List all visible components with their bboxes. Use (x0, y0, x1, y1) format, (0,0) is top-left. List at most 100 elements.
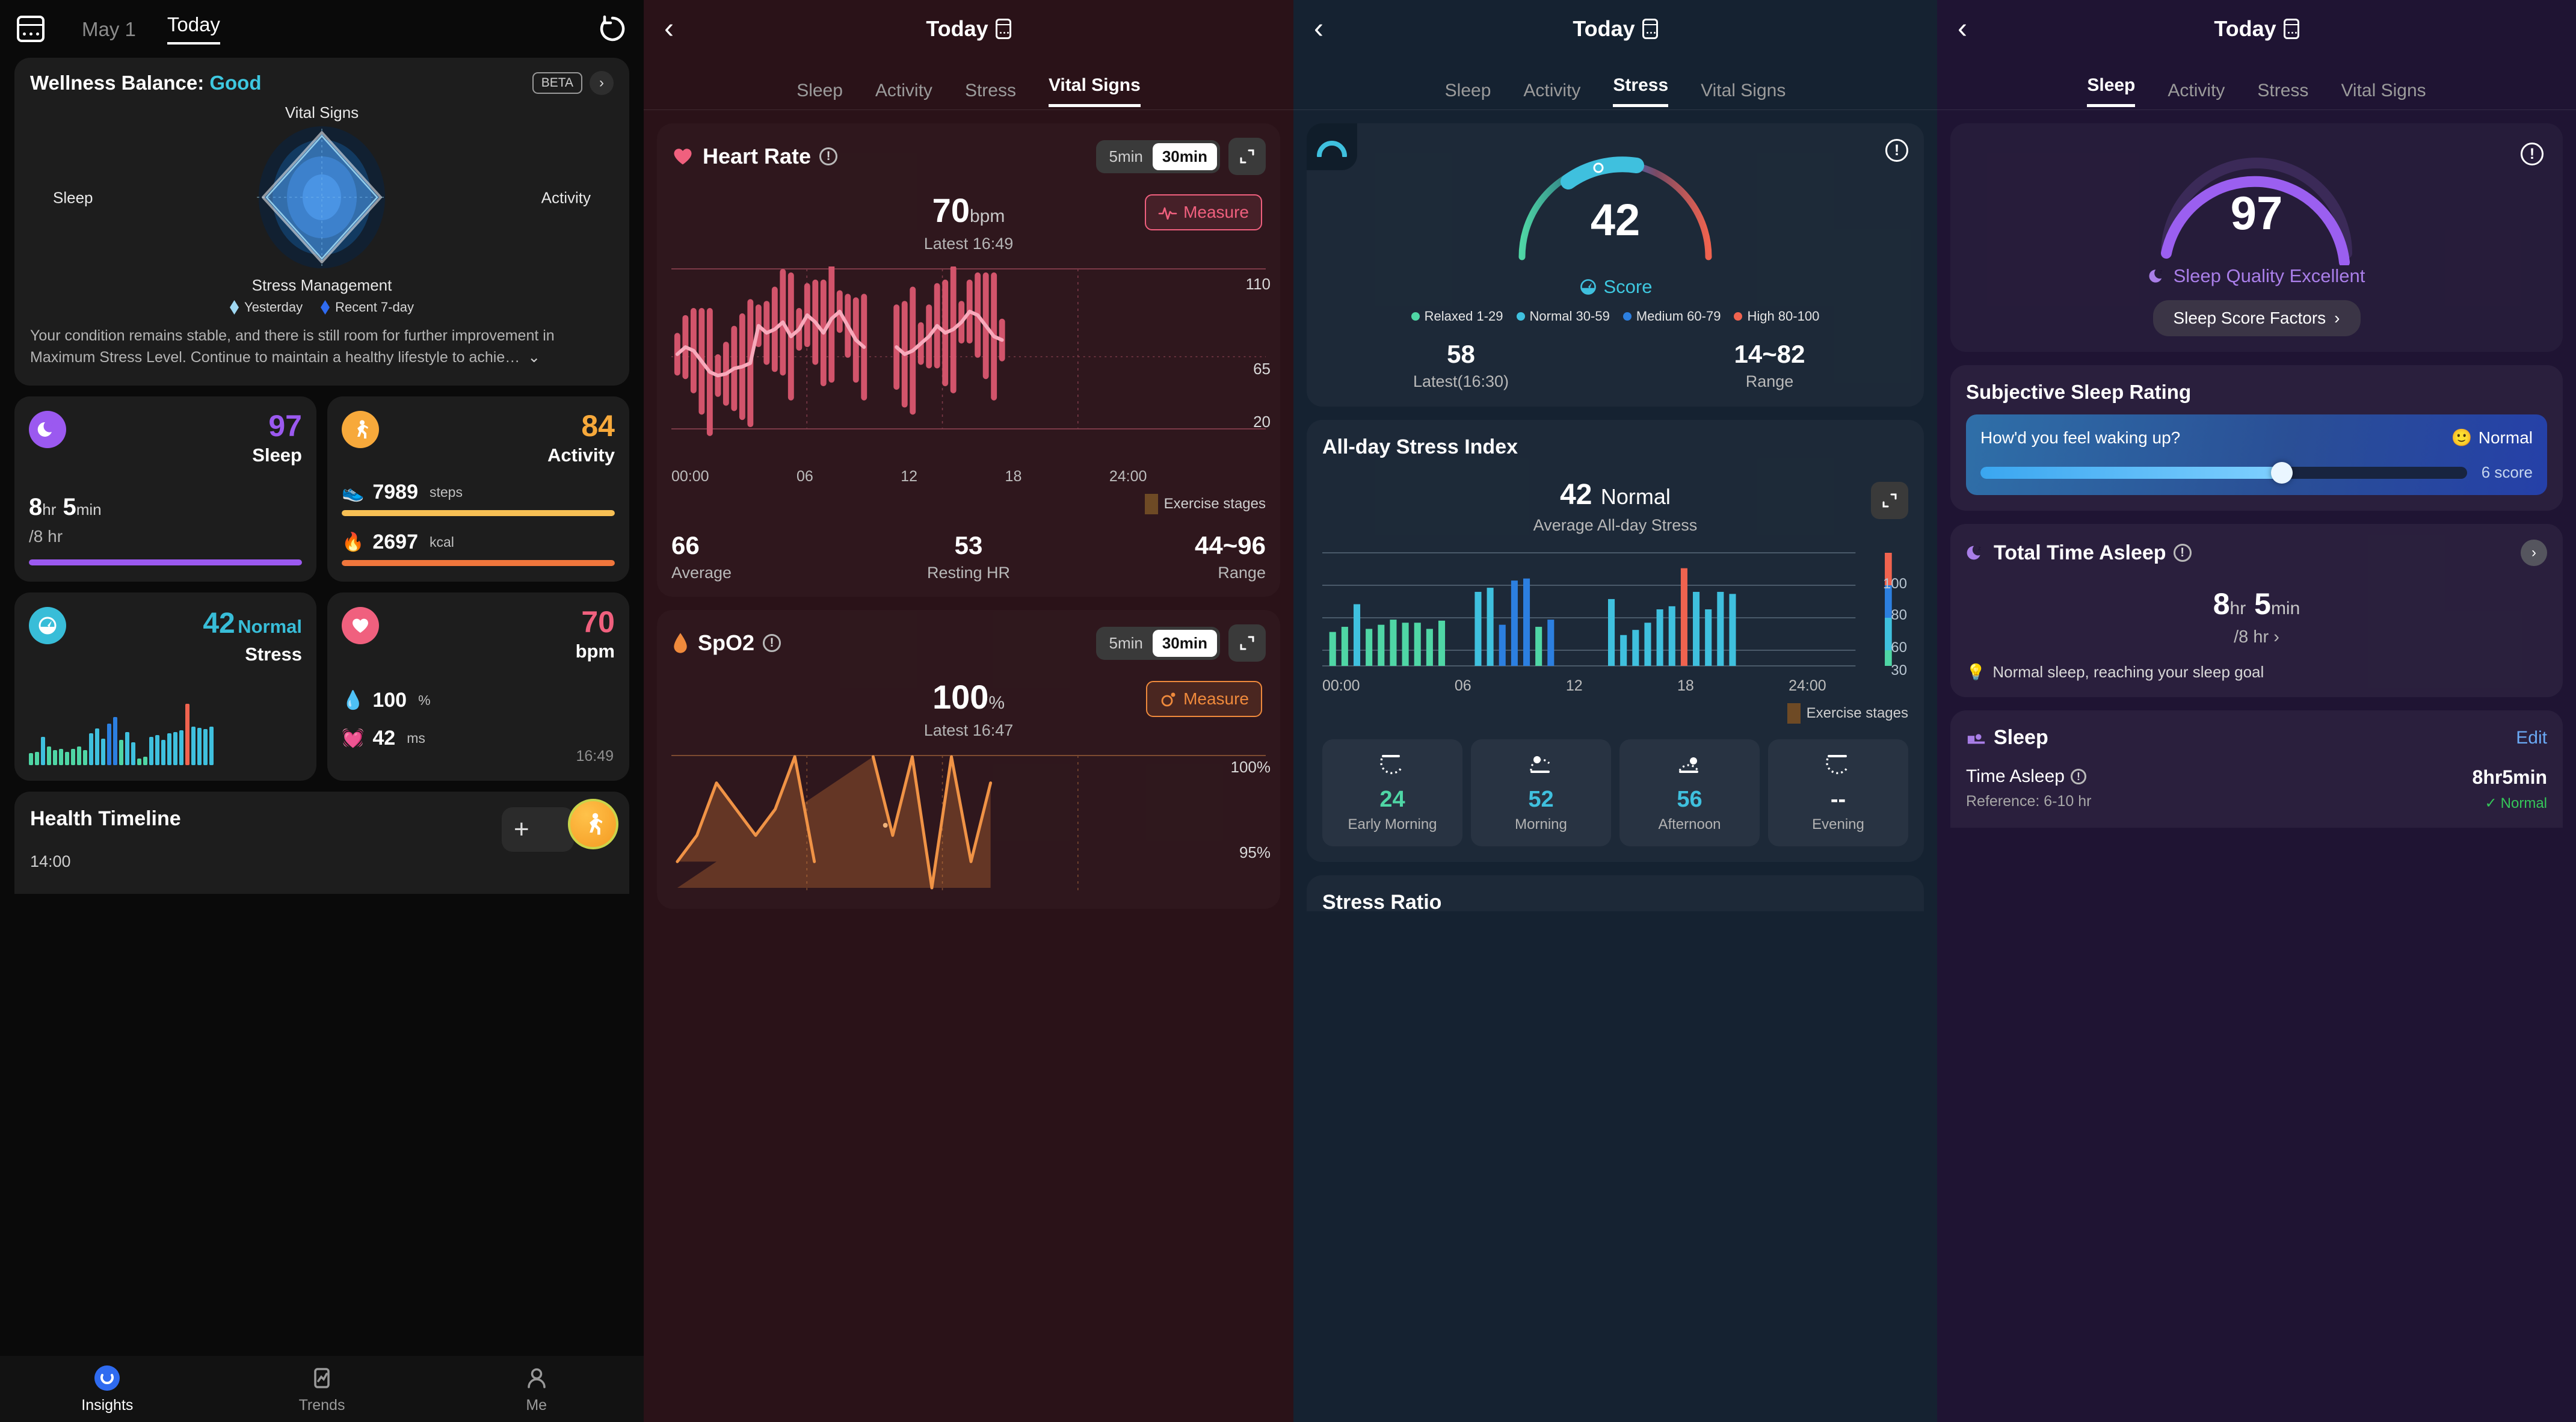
spo2-interval-option-30min[interactable]: 30min (1152, 629, 1217, 657)
tab-activity[interactable]: Activity (2168, 81, 2225, 107)
sleep-quality-row: z Sleep Quality Excellent (1966, 265, 2547, 287)
phone-icon[interactable] (2283, 19, 2299, 39)
mood-slider-knob[interactable] (2271, 461, 2293, 484)
expand-icon[interactable] (1228, 624, 1266, 662)
sleep-metric-card[interactable]: z 97 Sleep 8hr 5min /8 hr (14, 396, 316, 582)
back-button[interactable]: ‹ (1314, 14, 1323, 43)
interval-option-30min[interactable]: 30min (1152, 143, 1217, 170)
back-button[interactable]: ‹ (664, 14, 674, 43)
expand-icon[interactable] (1871, 482, 1908, 519)
panel-vital-signs: ‹ Today Sleep Activity Stress Vital Sign… (644, 0, 1293, 1422)
info-icon[interactable]: ! (2173, 544, 2192, 562)
total-time-asleep-card[interactable]: z Total Time Asleep ! › 8hr 5min /8 hr ›… (1950, 524, 2563, 697)
early-morning-icon (1379, 755, 1402, 774)
tab-vital-signs[interactable]: Vital Signs (2341, 81, 2426, 107)
heart-rate-measure-button[interactable]: Measure (1145, 194, 1262, 230)
sleep-minutes: 5 (63, 493, 76, 520)
health-timeline-card[interactable]: Health Timeline 14:00 + (14, 791, 629, 894)
subjective-sleep-rating-card[interactable]: Subjective Sleep Rating How'd you feel w… (1950, 365, 2563, 511)
hrv-unit: ms (407, 730, 425, 746)
spo2-interval-option-5min[interactable]: 5min (1099, 630, 1152, 657)
tab-insights[interactable]: Insights (0, 1356, 215, 1422)
sleep-score-card[interactable]: ! 97 z Sleep Quality Excellent Sleep Sco… (1950, 123, 2563, 352)
hr-xtick-0: 00:00 (671, 468, 709, 485)
spo2-card[interactable]: SpO2 ! 5min 30min 100% Latest 16:47 Meas… (657, 610, 1280, 909)
spo2-interval-segmented-control[interactable]: 5min 30min (1096, 626, 1220, 660)
stress-stat-range: 14~82 Range (1615, 340, 1924, 391)
tod-evening[interactable]: -- Evening (1768, 739, 1908, 846)
running-fab-icon[interactable] (568, 798, 618, 849)
mood-label: Normal (2478, 428, 2533, 447)
tab-stress[interactable]: Stress (1613, 75, 1669, 107)
info-icon[interactable]: ! (763, 634, 781, 652)
stress-legend-normal-label: Normal 30-59 (1529, 309, 1610, 324)
stress-score-card[interactable]: ! 42 Score Relaxed 1-29 Normal 30-59 Med… (1307, 123, 1924, 407)
info-icon[interactable]: ! (819, 147, 838, 165)
heart-icon (674, 149, 692, 165)
tab-stress[interactable]: Stress (965, 81, 1016, 107)
stress-xtick-4: 24:00 (1789, 677, 1826, 694)
heartrate-metric-card[interactable]: 70 bpm 💧 100 % 💓 42 ms 16:49 (327, 592, 629, 781)
tab-sleep[interactable]: Sleep (2087, 75, 2136, 107)
tab-sleep[interactable]: Sleep (797, 81, 843, 107)
person-icon (527, 1368, 546, 1388)
sleep-progress-fill (29, 559, 302, 565)
phone-icon[interactable] (1642, 19, 1658, 39)
interval-option-5min[interactable]: 5min (1099, 143, 1152, 170)
stress-card-label: Stress (245, 643, 302, 665)
calendar-icon[interactable] (17, 16, 45, 42)
tab-trends-label: Trends (298, 1396, 345, 1414)
tab-vital-signs[interactable]: Vital Signs (1048, 75, 1141, 107)
tab-activity[interactable]: Activity (875, 81, 932, 107)
stress-stat-range-value: 14~82 (1734, 340, 1805, 368)
hr-xtick-1: 06 (797, 468, 813, 485)
wellness-balance-card[interactable]: Wellness Balance: Good BETA › Vital Sign… (14, 58, 629, 386)
page-title-text: Today (926, 16, 988, 41)
sleep-details-title: Sleep (1966, 726, 2048, 749)
heart-rate-xaxis: 00:00 06 12 18 24:00 (671, 468, 1147, 485)
chevron-right-icon[interactable]: › (2521, 540, 2547, 566)
chevron-right-icon[interactable]: › (590, 71, 614, 95)
stress-metric-card[interactable]: 42 Normal Stress (14, 592, 316, 781)
allday-stress-card[interactable]: All-day Stress Index 42 Normal Average A… (1307, 420, 1924, 862)
tab-me[interactable]: Me (429, 1356, 644, 1422)
date-tab-prev[interactable]: May 1 (82, 18, 136, 45)
tod-afternoon-label: Afternoon (1658, 816, 1721, 833)
expand-icon[interactable] (1228, 138, 1266, 175)
tod-early-morning[interactable]: 24 Early Morning (1322, 739, 1462, 846)
back-button[interactable]: ‹ (1958, 14, 1967, 43)
panel-insights: May 1 Today Wellness Balance: Good BETA … (0, 0, 644, 1422)
heart-rate-card[interactable]: Heart Rate ! 5min 30min 70bpm Latest 16:… (657, 123, 1280, 597)
info-icon[interactable]: ! (2070, 769, 2086, 784)
stress-ratio-card[interactable]: Stress Ratio (1307, 875, 1924, 914)
tab-activity[interactable]: Activity (1523, 81, 1580, 107)
stress-legend-relaxed: Relaxed 1-29 (1411, 309, 1503, 324)
tod-afternoon[interactable]: 56 Afternoon (1619, 739, 1760, 846)
tod-morning[interactable]: 52 Morning (1471, 739, 1611, 846)
sleep-details-card[interactable]: Sleep Edit Time Asleep ! Reference: 6-10… (1950, 710, 2563, 828)
tta-goal-text: /8 hr (2234, 627, 2269, 647)
spo2-measure-button[interactable]: Measure (1146, 681, 1262, 717)
activity-metric-card[interactable]: 84 Activity 👟 7989 steps 🔥 2697 kcal (327, 396, 629, 582)
refresh-icon[interactable] (598, 14, 627, 43)
page-title: Today (926, 16, 1011, 42)
radar-axis-vital-signs: Vital Signs (285, 103, 359, 122)
total-time-asleep-goal[interactable]: /8 hr › (1966, 627, 2547, 647)
phone-icon[interactable] (995, 19, 1011, 39)
sleep-score-block: 97 Sleep (252, 411, 302, 466)
sleep-score-factors-button[interactable]: Sleep Score Factors › (2152, 300, 2361, 336)
tab-vital-signs[interactable]: Vital Signs (1701, 81, 1786, 107)
kcal-value: 2697 (372, 530, 418, 553)
date-tab-today[interactable]: Today (167, 13, 220, 45)
chevron-down-icon[interactable]: ⌄ (528, 349, 540, 366)
tab-sleep[interactable]: Sleep (1445, 81, 1491, 107)
total-time-asleep-value: 8hr 5min (1966, 586, 2547, 621)
add-record-button[interactable]: + (502, 807, 574, 852)
wellness-description[interactable]: Your condition remains stable, and there… (14, 321, 629, 386)
sleep-edit-button[interactable]: Edit (2516, 728, 2547, 748)
mood-slider[interactable] (1980, 461, 2467, 484)
tab-trends[interactable]: Trends (215, 1356, 430, 1422)
interval-segmented-control[interactable]: 5min 30min (1096, 140, 1220, 173)
hr-stat-average: 66 Average (671, 531, 869, 582)
tab-stress[interactable]: Stress (2257, 81, 2308, 107)
